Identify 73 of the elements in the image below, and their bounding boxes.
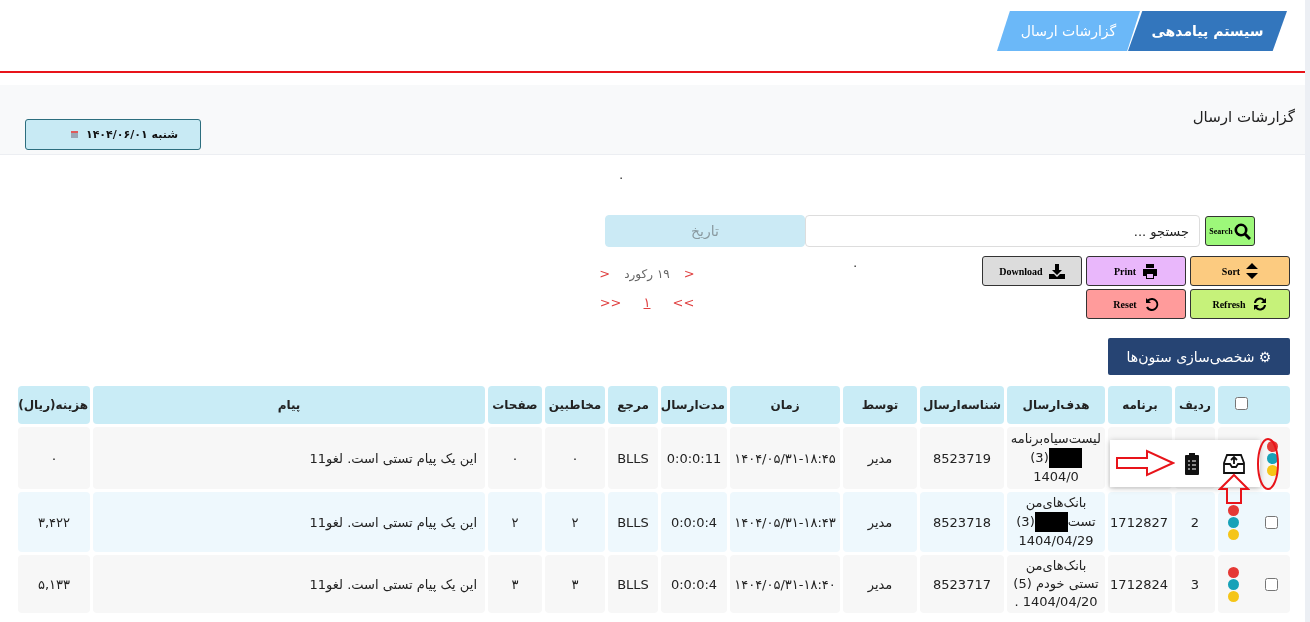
table-cell: ۱۴۰۴/۰۵/۳۱-۱۸:۴۳ — [730, 492, 840, 552]
sort-button[interactable]: Sort — [1190, 256, 1290, 286]
table-cell: 8523718 — [920, 492, 1004, 552]
target-text: 1404/0 — [1033, 469, 1079, 484]
refresh-button[interactable]: Refresh — [1190, 289, 1290, 319]
target-text: لیست‌سیاه‌برنامه — [1010, 431, 1101, 446]
table-cell: ۰ — [18, 427, 90, 489]
next-link[interactable]: < — [599, 266, 611, 281]
column-header: مخاطبین — [545, 386, 605, 424]
table-cell: 3 — [1175, 555, 1215, 613]
reset-button[interactable]: Reset — [1086, 289, 1186, 319]
target-text: (3) — [1030, 449, 1049, 465]
table-cell: BLLS — [608, 427, 658, 489]
customize-columns-button[interactable]: ⚙ شخصی‌سازی ستون‌ها — [1108, 338, 1290, 375]
table-cell: 0:0:0:4 — [661, 555, 727, 613]
table-cell: ۱۴۰۴/۰۵/۳۱-۱۸:۴۵ — [730, 427, 840, 489]
download-button[interactable]: Download — [982, 256, 1082, 286]
table-cell: ۱۴۰۴/۰۵/۳۱-۱۸:۴۰ — [730, 555, 840, 613]
table-cell: 8523719 — [920, 427, 1004, 489]
table-cell: مدیر — [843, 427, 917, 489]
target-text: 1404/04/29 — [1018, 533, 1094, 548]
page-title: گزارشات ارسال — [1192, 108, 1295, 128]
target-text: تستی خودم (5) — [1013, 576, 1099, 591]
target-text: بانک‌های‌من — [1025, 495, 1087, 510]
table-cell: 2 — [1175, 492, 1215, 552]
column-header: صفحات — [488, 386, 542, 424]
column-header: هزینه(ریال) — [18, 386, 90, 424]
table-cell: ۰ — [545, 427, 605, 489]
column-header: مرجع — [608, 386, 658, 424]
target-text: 1404/04/20 . — [1014, 594, 1098, 609]
record-count: ۱۹ رکورد — [624, 266, 670, 281]
table-cell: ۲ — [488, 492, 542, 552]
column-header: توسط — [843, 386, 917, 424]
previous-link[interactable]: < — [683, 266, 695, 281]
page-link[interactable]: ۱ — [643, 295, 651, 310]
column-header: شناسه‌ارسال — [920, 386, 1004, 424]
table-cell: 8523717 — [920, 555, 1004, 613]
search-button[interactable]: Search — [1205, 216, 1255, 246]
breadcrumb-item[interactable]: سیستم پیامدهی — [1128, 11, 1287, 51]
table-cell: ۳,۴۲۲ — [18, 492, 90, 552]
table-cell: 0:0:0:11 — [661, 427, 727, 489]
column-header: هدف‌ارسال — [1007, 386, 1105, 424]
column-header: پیام — [93, 386, 485, 424]
table-cell: ۳ — [488, 555, 542, 613]
target-text: (3) — [1016, 513, 1035, 529]
target-text: تست — [1067, 513, 1096, 529]
table-cell: ۰ — [488, 427, 542, 489]
date-field[interactable]: تاریخ — [605, 215, 805, 247]
table-cell: BLLS — [608, 492, 658, 552]
table-cell: BLLS — [608, 555, 658, 613]
column-header: برنامه — [1108, 386, 1172, 424]
column-header: ردیف — [1175, 386, 1215, 424]
search-field[interactable]: جستجو ... — [805, 215, 1200, 247]
table-cell: ۳ — [545, 555, 605, 613]
table-cell: 1712827 — [1108, 492, 1172, 552]
table-cell: مدیر — [843, 555, 917, 613]
first-page-link[interactable]: >> — [672, 295, 695, 310]
table-cell: این یک پیام تستی است. لغو11 — [93, 555, 485, 613]
table-cell: ۵,۱۳۳ — [18, 555, 90, 613]
print-button[interactable]: Print — [1086, 256, 1186, 286]
stray-dot: . — [619, 168, 623, 182]
table-cell: ۲ — [545, 492, 605, 552]
table-cell: 0:0:0:4 — [661, 492, 727, 552]
column-header: مدت‌ارسال — [661, 386, 727, 424]
table-cell: این یک پیام تستی است. لغو11 — [93, 427, 485, 489]
stray-dot: . — [852, 256, 857, 270]
date-button[interactable]: شنبه ۱۴۰۴/۰۶/۰۱ — [25, 119, 201, 150]
last-page-link[interactable]: << — [599, 295, 622, 310]
table-cell: 1712824 — [1108, 555, 1172, 613]
column-header: زمان — [730, 386, 840, 424]
table-cell: این یک پیام تستی است. لغو11 — [93, 492, 485, 552]
table-cell: مدیر — [843, 492, 917, 552]
target-text: بانک‌های‌من — [1025, 558, 1087, 573]
